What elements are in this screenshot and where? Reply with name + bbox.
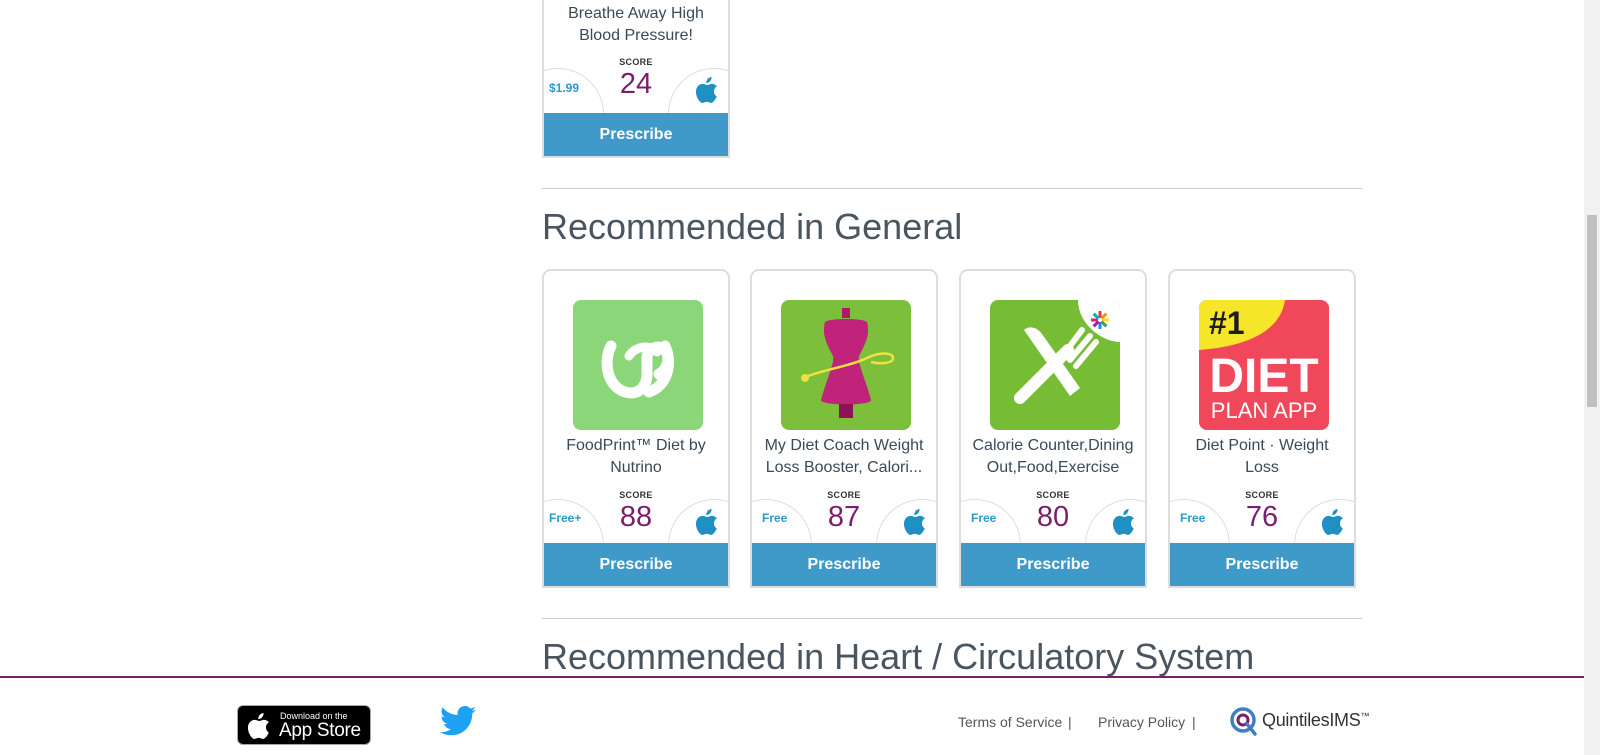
footer-separator: | [1068, 714, 1072, 730]
app-logo-my-diet-coach[interactable] [781, 300, 911, 430]
score-label: SCORE [619, 490, 653, 500]
app-name: FoodPrint™ Diet by Nutrino [566, 437, 706, 476]
apple-icon [904, 509, 925, 535]
scrollbar[interactable] [1584, 0, 1600, 755]
score-label: SCORE [619, 57, 653, 67]
terms-link[interactable]: Terms of Service [958, 714, 1062, 730]
section-title-heart: Recommended in Heart / Circulatory Syste… [542, 636, 1255, 676]
price-label: Free [1180, 511, 1206, 525]
section-title-general: Recommended in General [542, 206, 963, 247]
privacy-text: Privacy Policy [1098, 714, 1186, 730]
price-label: Free [971, 511, 997, 525]
quintiles-logo-icon [1230, 707, 1257, 736]
app-logo-calorie-counter[interactable] [990, 300, 1120, 430]
section-divider [542, 188, 1362, 189]
app-logo-foodprint[interactable] [573, 300, 703, 430]
app-card-breathe-away: Breathe Away High Blood Pressure! SCORE … [542, 0, 730, 158]
score-label: SCORE [827, 490, 861, 500]
section-divider [542, 618, 1362, 619]
app-store-badge[interactable]: Download on the App Store [237, 705, 371, 745]
app-name: Calorie Counter,Dining Out,Food,Exercise [972, 437, 1134, 476]
footer-separator: | [1192, 714, 1196, 730]
twitter-icon[interactable] [440, 705, 476, 737]
dress-form-icon [801, 308, 895, 418]
prescribe-button[interactable]: Prescribe [544, 543, 728, 586]
terms-text: Terms of Service [958, 714, 1063, 730]
diet-logo-line2: PLAN APP [1211, 398, 1317, 423]
apple-icon [1113, 509, 1134, 535]
prescribe-button[interactable]: Prescribe [961, 543, 1145, 586]
quintiles-brand-name: QuintilesIMS [1262, 710, 1361, 730]
quintiles-brand: QuintilesIMS™ [1262, 710, 1369, 731]
app-store-big-text: App Store [279, 720, 361, 741]
apple-icon [696, 509, 717, 535]
main-content: Breathe Away High Blood Pressure! SCORE … [0, 0, 1584, 676]
score-label: SCORE [1245, 490, 1279, 500]
app-logo-diet-point[interactable]: #1 DIET PLAN APP [1199, 300, 1329, 430]
apple-icon [248, 713, 269, 739]
price-label: Free [762, 511, 788, 525]
diet-plan-logo-icon: #1 DIET PLAN APP [1199, 300, 1319, 423]
price-label: Free+ [549, 511, 582, 525]
app-card-diet-point: #1 DIET PLAN APP Diet Point · Weight Los… [1168, 269, 1356, 588]
prescribe-button[interactable]: Prescribe [1170, 543, 1354, 586]
price-label: $1.99 [549, 81, 580, 95]
quintiles-brand-tm: ™ [1360, 711, 1370, 721]
app-card-my-diet-coach: My Diet Coach Weight Loss Booster, Calor… [750, 269, 938, 588]
footer: Download on the App Store Terms of Servi… [0, 676, 1584, 755]
app-name: Breathe Away High Blood Pressure! [568, 5, 704, 44]
diet-logo-line1: DIET [1209, 350, 1318, 403]
fork-knife-icon [1014, 300, 1120, 404]
apple-icon [696, 77, 717, 103]
app-name: My Diet Coach Weight Loss Booster, Calor… [764, 437, 924, 476]
prescribe-button[interactable]: Prescribe [752, 543, 936, 586]
foodprint-logo-icon [601, 340, 674, 399]
app-name: Diet Point · Weight Loss [1195, 437, 1329, 476]
score-label: SCORE [1036, 490, 1070, 500]
apple-icon [1322, 509, 1343, 535]
app-card-foodprint: FoodPrint™ Diet by Nutrino SCORE 88 Free… [542, 269, 730, 588]
app-card-calorie-counter: Calorie Counter,Dining Out,Food,Exercise… [959, 269, 1147, 588]
scrollbar-thumb[interactable] [1587, 215, 1597, 407]
privacy-link[interactable]: Privacy Policy [1098, 714, 1185, 730]
prescribe-button[interactable]: Prescribe [544, 113, 728, 156]
diet-logo-badge: #1 [1209, 305, 1245, 341]
